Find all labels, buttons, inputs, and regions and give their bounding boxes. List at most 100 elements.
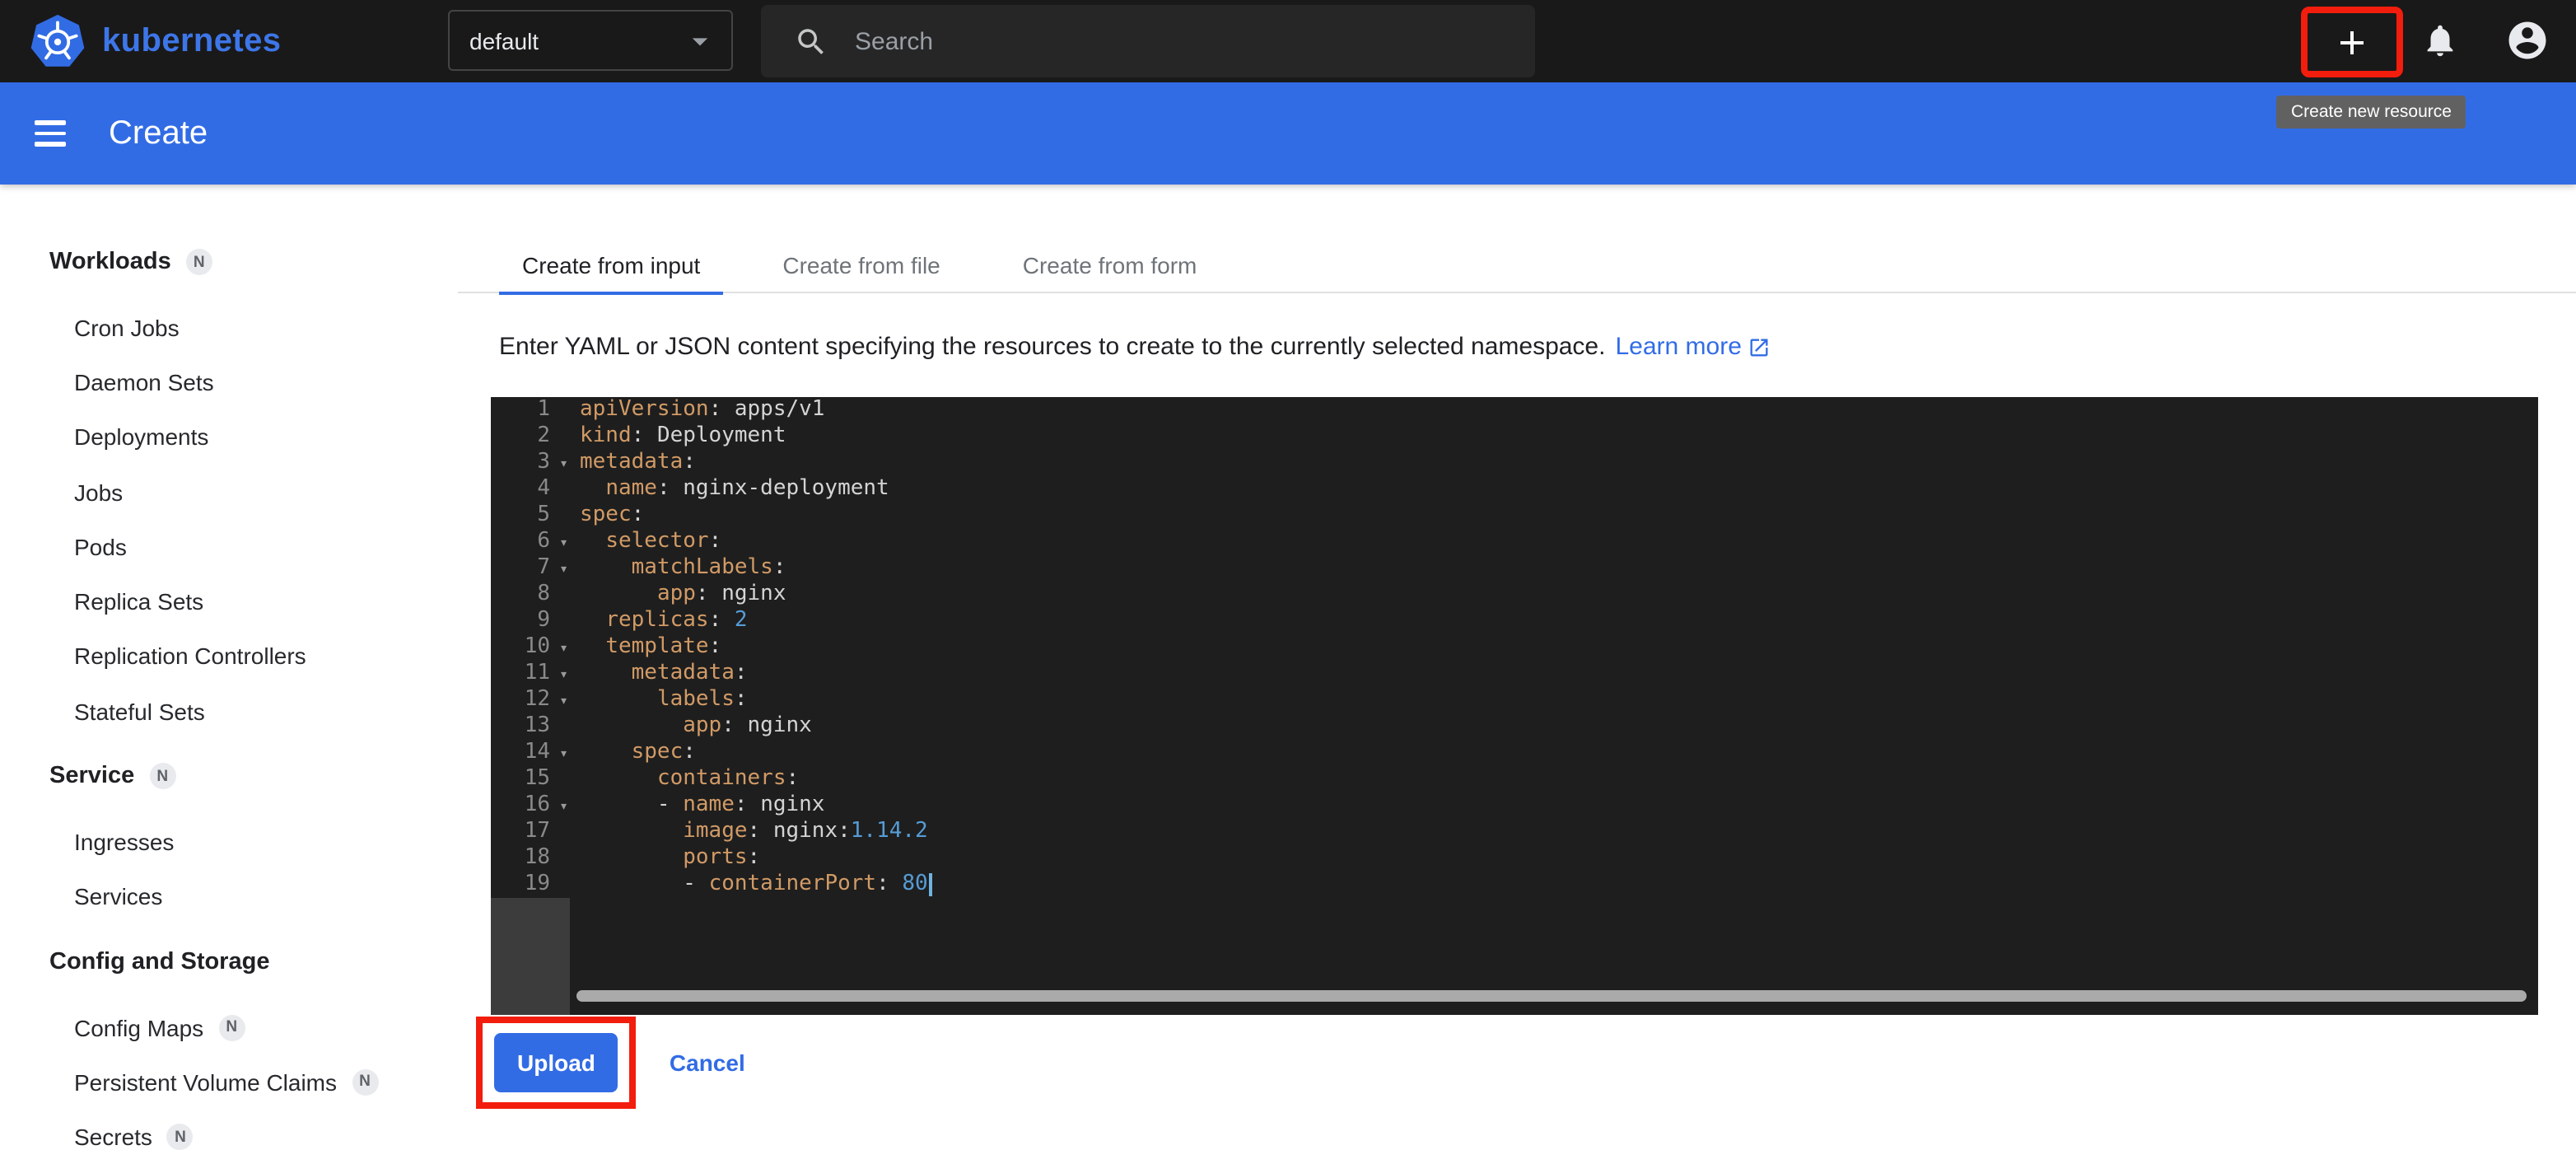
editor-line: 8 app: nginx [491, 582, 2538, 608]
line-number: 4 [491, 476, 570, 503]
sidebar-item-label: Secrets [74, 1124, 152, 1150]
line-number: 15 [491, 766, 570, 792]
editor-line: 18 ports: [491, 845, 2538, 872]
sidebar-item-stateful-sets[interactable]: Stateful Sets [74, 684, 458, 739]
editor-line: 13 app: nginx [491, 713, 2538, 740]
annotation-box-create-button [2301, 7, 2403, 77]
scrollbar-thumb[interactable] [576, 990, 2527, 1002]
sidebar-item-replica-sets[interactable]: Replica Sets [74, 574, 458, 629]
search-input[interactable] [855, 27, 1481, 55]
code-text: ports: [570, 845, 760, 872]
line-number: 19 [491, 872, 570, 898]
top-bar: kubernetes default [0, 0, 2576, 82]
editor-line: 3▾metadata: [491, 450, 2538, 476]
sidebar-item-config-maps[interactable]: Config MapsN [74, 1000, 458, 1055]
sidebar-item-services[interactable]: Services [74, 869, 458, 924]
line-number: 11 [491, 661, 570, 687]
code-text: spec: [570, 503, 644, 529]
editor-gutter: 8 [491, 582, 570, 608]
fold-arrow-icon[interactable]: ▾ [559, 636, 568, 662]
sidebar-item-label: Replication Controllers [74, 643, 306, 670]
code-text: app: nginx [570, 582, 786, 608]
sidebar-item-persistent-volume-claims[interactable]: Persistent Volume ClaimsN [74, 1055, 458, 1110]
sidebar-nav: WorkloadsNCron JobsDaemon SetsDeployment… [0, 185, 458, 1150]
form-actions: Upload Cancel [476, 1017, 2576, 1109]
sidebar-item-label: Replica Sets [74, 588, 203, 615]
editor-line: 16▾ - name: nginx [491, 792, 2538, 819]
editor-gutter: 7▾ [491, 555, 570, 582]
new-badge: N [149, 764, 175, 790]
page: kubernetes default [0, 0, 2576, 1150]
sidebar-item-ingresses[interactable]: Ingresses [74, 815, 458, 870]
notifications-button[interactable] [2421, 21, 2459, 59]
code-text: metadata: [570, 450, 696, 476]
main-content: Create from input Create from file Create … [458, 185, 2576, 1150]
code-text: template: [570, 634, 721, 661]
tab-create-from-input[interactable]: Create from input [499, 236, 723, 293]
line-number: 2 [491, 423, 570, 450]
search-bar[interactable] [761, 5, 1535, 77]
sidebar-item-daemon-sets[interactable]: Daemon Sets [74, 355, 458, 410]
fold-arrow-icon[interactable]: ▾ [559, 662, 568, 689]
account-circle-icon [2505, 18, 2550, 63]
line-number: 16 [491, 792, 570, 819]
sidebar-section-service[interactable]: ServiceN [49, 749, 458, 805]
tab-create-from-form[interactable]: Create from form [1000, 236, 1220, 293]
editor-line: 5spec: [491, 503, 2538, 529]
sidebar-item-cron-jobs[interactable]: Cron Jobs [74, 300, 458, 355]
line-number: 13 [491, 713, 570, 740]
account-button[interactable] [2505, 18, 2550, 63]
search-icon [794, 24, 828, 58]
new-badge: N [352, 1069, 378, 1096]
fold-arrow-icon[interactable]: ▾ [559, 531, 568, 557]
sidebar-item-label: Deployments [74, 423, 208, 450]
fold-arrow-icon[interactable]: ▾ [559, 451, 568, 478]
learn-more-label: Learn more [1615, 333, 1741, 361]
brand[interactable]: kubernetes [30, 13, 281, 69]
code-text: apiVersion: apps/v1 [570, 397, 824, 423]
editor-line: 14▾ spec: [491, 740, 2538, 766]
editor-gutter: 12▾ [491, 687, 570, 713]
menu-hamburger-icon[interactable] [35, 121, 68, 146]
fold-arrow-icon[interactable]: ▾ [559, 794, 568, 820]
sidebar-section-label: Workloads [49, 249, 171, 275]
sidebar-item-pods[interactable]: Pods [74, 519, 458, 574]
code-text: replicas: 2 [570, 608, 748, 634]
sidebar-item-secrets[interactable]: SecretsN [74, 1110, 458, 1150]
sidebar-item-jobs[interactable]: Jobs [74, 465, 458, 520]
notifications-bell-icon [2421, 21, 2459, 59]
code-text: metadata: [570, 661, 748, 687]
yaml-editor[interactable]: 1apiVersion: apps/v12kind: Deployment3▾m… [491, 397, 2538, 1015]
code-text: selector: [570, 529, 721, 555]
upload-button[interactable]: Upload [494, 1033, 618, 1092]
learn-more-link[interactable]: Learn more [1615, 333, 1771, 361]
cancel-button[interactable]: Cancel [670, 1049, 745, 1076]
code-text: name: nginx-deployment [570, 476, 889, 503]
editor-gutter: 13 [491, 713, 570, 740]
line-number: 17 [491, 819, 570, 845]
line-number: 18 [491, 845, 570, 872]
editor-line: 9 replicas: 2 [491, 608, 2538, 634]
sidebar-section-workloads[interactable]: WorkloadsN [49, 234, 458, 290]
tab-create-from-file[interactable]: Create from file [759, 236, 963, 293]
line-number: 10 [491, 634, 570, 661]
editor-horizontal-scrollbar [576, 990, 2527, 1002]
sidebar-item-label: Jobs [74, 479, 123, 505]
brand-title: kubernetes [102, 22, 281, 60]
namespace-selector[interactable]: default [448, 10, 733, 71]
fold-arrow-icon[interactable]: ▾ [559, 741, 568, 768]
line-number: 9 [491, 608, 570, 634]
fold-arrow-icon[interactable]: ▾ [559, 557, 568, 583]
editor-gutter: 18 [491, 845, 570, 872]
sidebar-item-label: Pods [74, 534, 127, 560]
sidebar-item-deployments[interactable]: Deployments [74, 409, 458, 465]
sidebar-item-replication-controllers[interactable]: Replication Controllers [74, 629, 458, 685]
create-new-resource-button[interactable] [2332, 22, 2372, 62]
sidebar-section-config-and-storage[interactable]: Config and Storage [49, 934, 458, 990]
editor-line: 4 name: nginx-deployment [491, 476, 2538, 503]
sidebar-item-label: Stateful Sets [74, 698, 205, 724]
code-text: matchLabels: [570, 555, 786, 582]
editor-gutter: 15 [491, 766, 570, 792]
line-number: 5 [491, 503, 570, 529]
fold-arrow-icon[interactable]: ▾ [559, 689, 568, 715]
